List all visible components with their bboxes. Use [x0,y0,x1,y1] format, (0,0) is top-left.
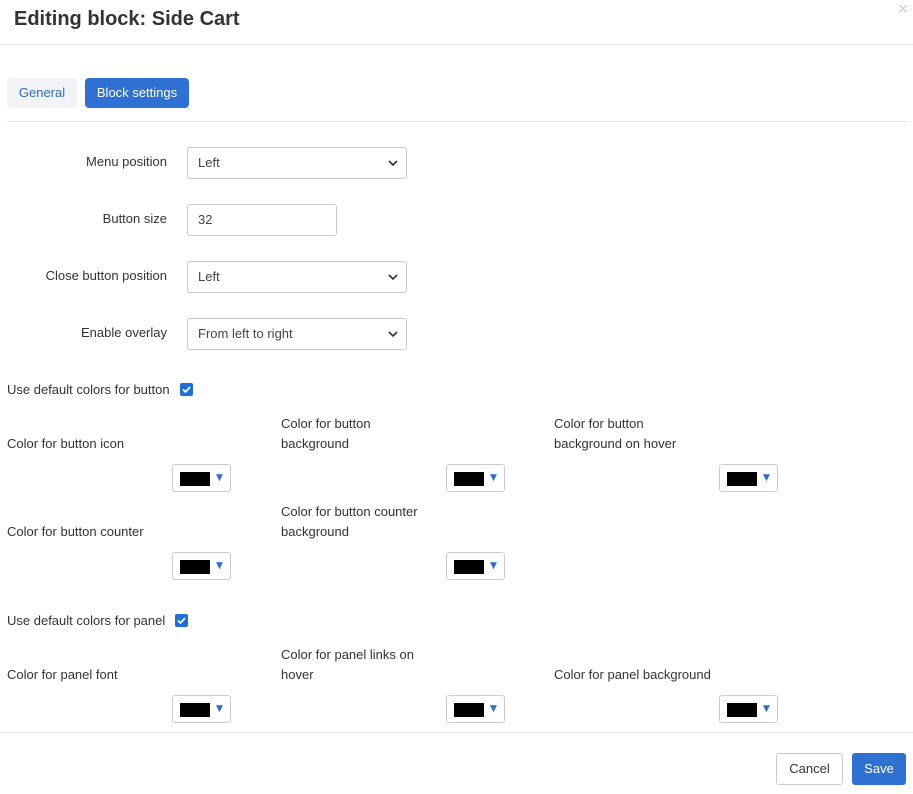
color-swatch [180,472,210,486]
close-button-position-value: Left [198,269,220,284]
button-icon-color-label: Color for button icon [7,436,125,451]
color-swatch [727,703,757,717]
chevron-down-icon [388,331,398,338]
color-swatch [454,560,484,574]
color-swatch [454,703,484,717]
dropdown-arrow-icon: ▼ [763,473,770,483]
modal-footer: Cancel Save [0,732,913,794]
button-counter-background-color-label: Color for button counter background [281,504,418,539]
menu-position-label: Menu position [86,154,167,169]
modal-header: Editing block: Side Cart × [0,0,913,45]
panel-links-hover-color-picker[interactable]: ▼ [446,695,505,723]
close-icon[interactable]: × [897,2,909,16]
use-default-panel-colors-label: Use default colors for panel [7,613,166,628]
button-counter-background-color-picker[interactable]: ▼ [446,552,505,580]
button-background-hover-color-picker[interactable]: ▼ [719,464,778,492]
dropdown-arrow-icon: ▼ [763,704,770,714]
panel-font-color-picker[interactable]: ▼ [172,695,231,723]
tabs-divider [7,121,907,122]
button-background-hover-color-label: Color for button background on hover [554,416,677,451]
panel-background-color-label: Color for panel background [554,667,711,682]
color-swatch [180,703,210,717]
color-swatch [727,472,757,486]
panel-background-color-picker[interactable]: ▼ [719,695,778,723]
enable-overlay-value: From left to right [198,326,293,341]
close-button-position-select[interactable]: Left [187,261,407,293]
dropdown-arrow-icon: ▼ [490,473,497,483]
panel-font-color-label: Color for panel font [7,667,118,682]
tab-block-settings[interactable]: Block settings [85,78,189,108]
dropdown-arrow-icon: ▼ [490,704,497,714]
cancel-button[interactable]: Cancel [776,753,843,785]
button-counter-color-label: Color for button counter [7,524,144,539]
button-size-input[interactable]: 32 [187,204,337,236]
checkmark-icon [182,386,191,394]
button-size-label: Button size [102,211,167,226]
menu-position-value: Left [198,155,220,170]
close-button-position-label: Close button position [45,268,167,283]
use-default-button-colors-label: Use default colors for button [7,382,170,397]
use-default-panel-colors-checkbox[interactable] [175,614,188,627]
color-swatch [180,560,210,574]
panel-links-hover-color-label: Color for panel links on hover [281,647,414,682]
color-swatch [454,472,484,486]
checkmark-icon [177,617,186,625]
use-default-button-colors-checkbox[interactable] [180,383,193,396]
chevron-down-icon [388,274,398,281]
enable-overlay-select[interactable]: From left to right [187,318,407,350]
button-icon-color-picker[interactable]: ▼ [172,464,231,492]
dropdown-arrow-icon: ▼ [216,561,223,571]
dropdown-arrow-icon: ▼ [216,704,223,714]
dropdown-arrow-icon: ▼ [490,561,497,571]
button-background-color-picker[interactable]: ▼ [446,464,505,492]
save-button[interactable]: Save [852,753,906,785]
chevron-down-icon [388,160,398,167]
button-background-color-label: Color for button background [281,416,371,451]
dropdown-arrow-icon: ▼ [216,473,223,483]
menu-position-select[interactable]: Left [187,147,407,179]
tab-general[interactable]: General [7,78,77,108]
modal-title: Editing block: Side Cart [14,8,240,30]
enable-overlay-label: Enable overlay [81,325,167,340]
button-counter-color-picker[interactable]: ▼ [172,552,231,580]
